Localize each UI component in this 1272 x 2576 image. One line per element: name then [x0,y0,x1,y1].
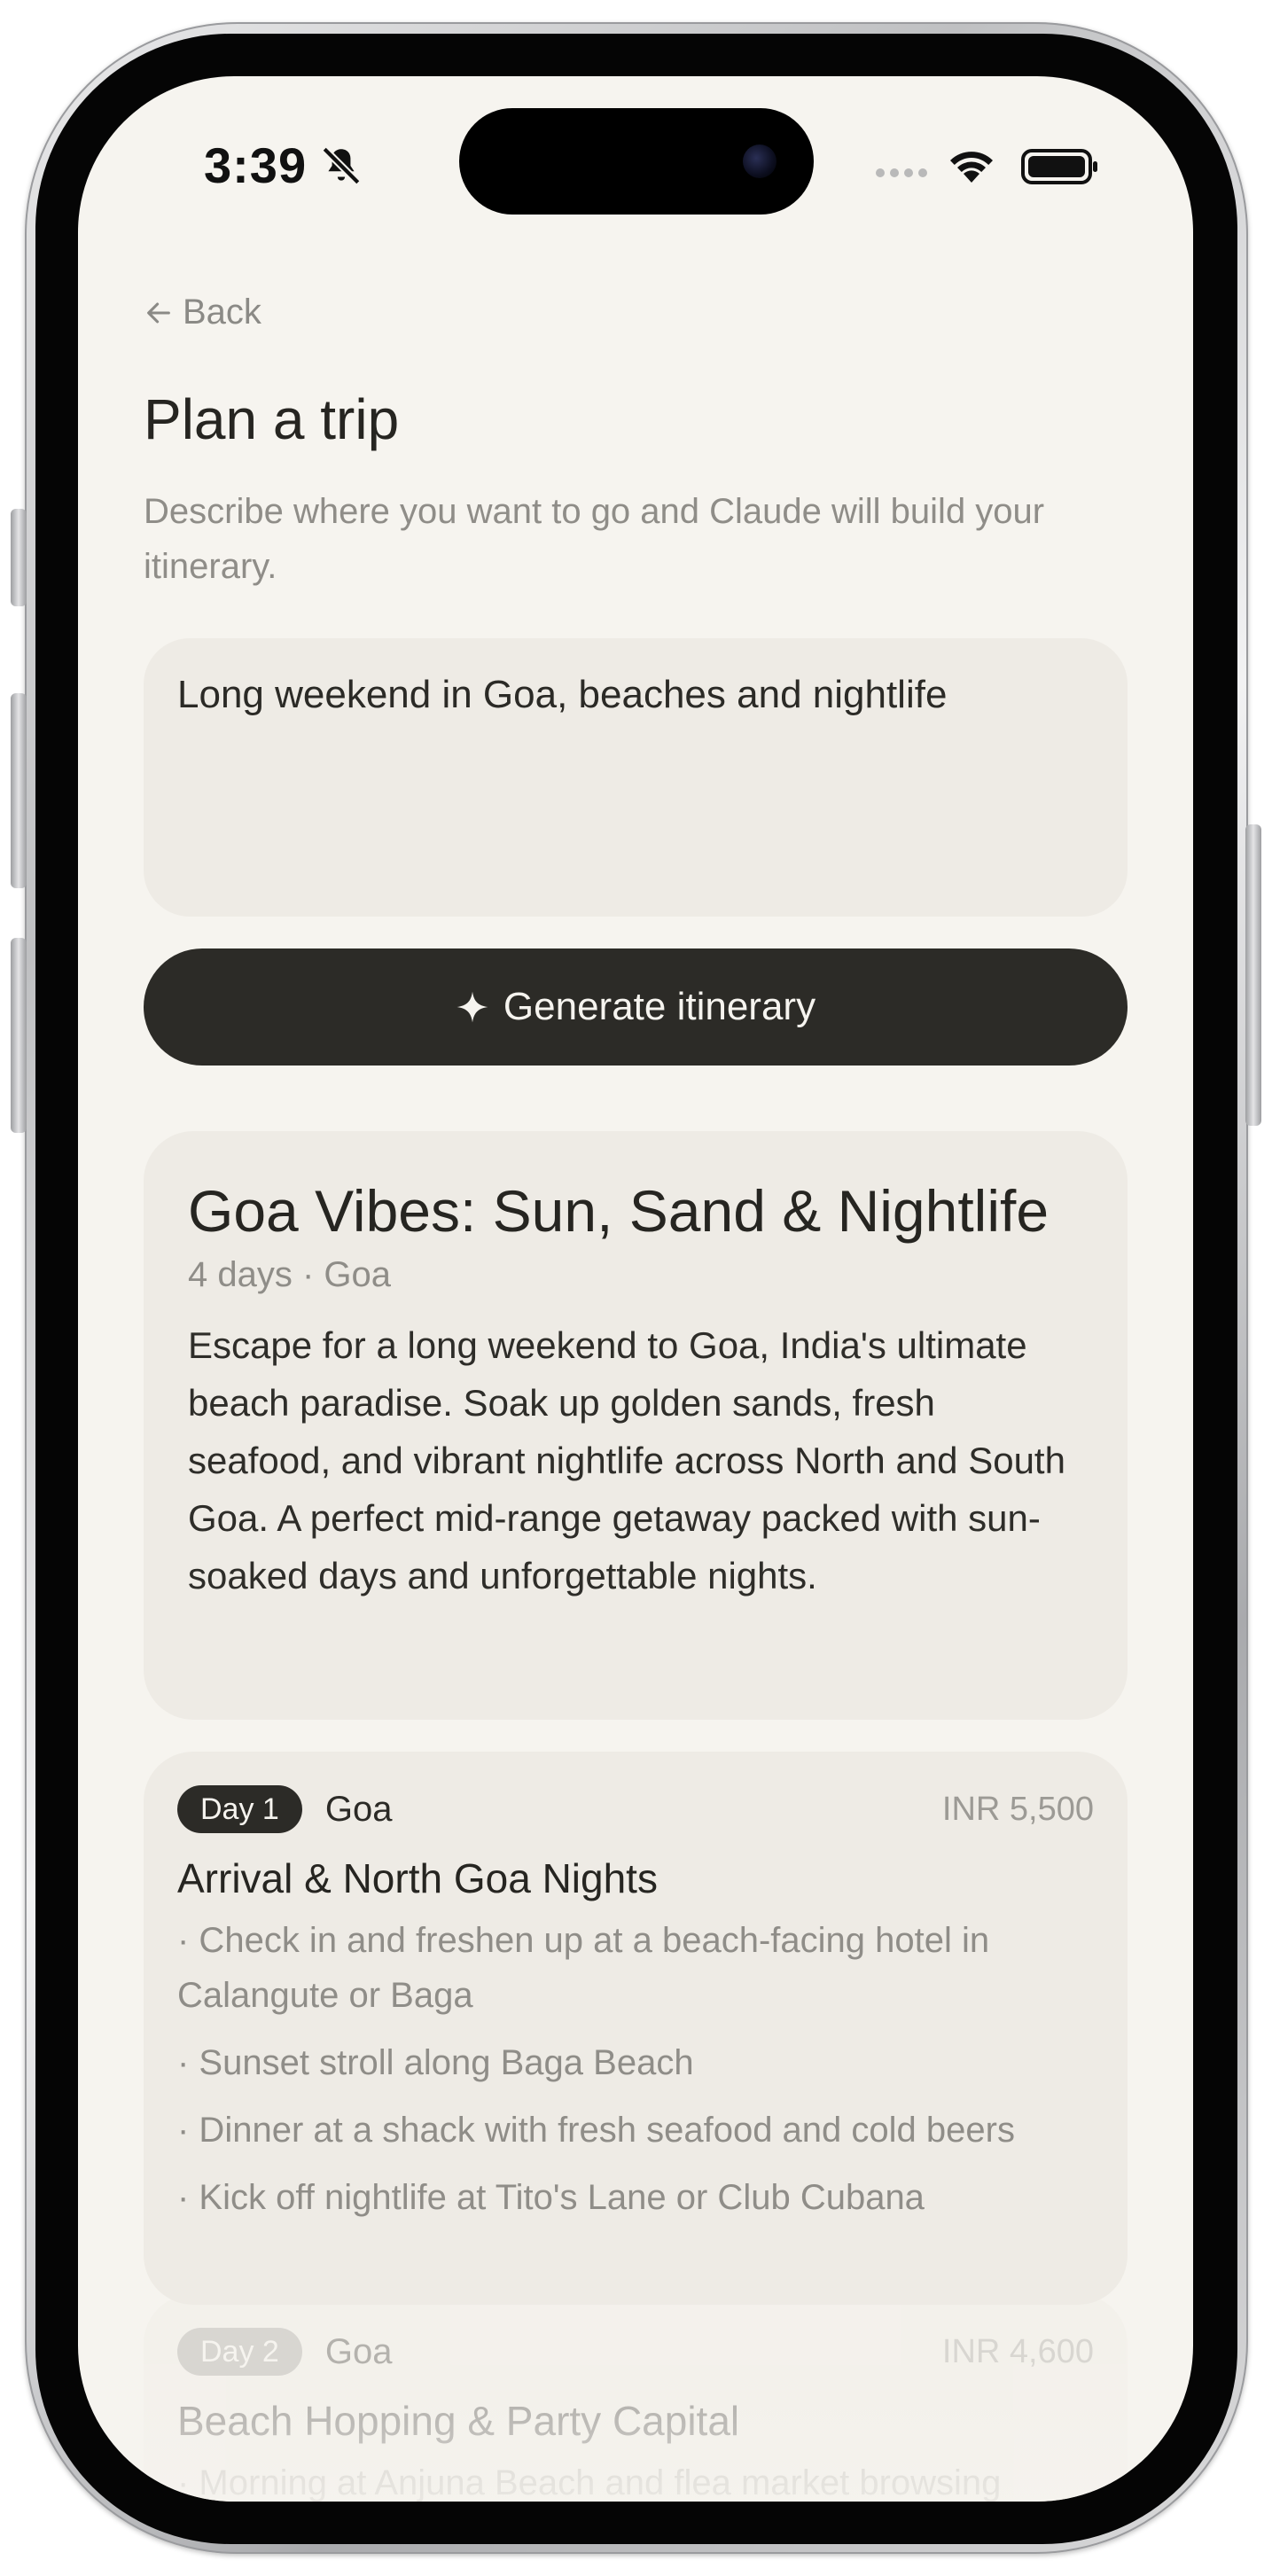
status-time: 3:39 [204,137,308,193]
activity-item: · Kick off nightlife at Tito's Lane or C… [177,2178,925,2217]
activity-item: · Dinner at a shack with fresh seafood a… [177,2111,1015,2150]
page-subtitle: Describe where you want to go and Claude… [144,492,1045,586]
day-title: Beach Hopping & Party Capital [177,2398,740,2444]
action-button [11,509,27,606]
arrow-left-icon [147,302,170,323]
page-title: Plan a trip [144,387,400,451]
day-activities: · Check in and freshen up at a beach-fac… [177,1913,1094,2225]
trip-prompt-box[interactable]: Long weekend in Goa, beaches and nightli… [144,638,1128,917]
bell-off-icon [322,146,361,185]
activity-item: · Sunset stroll along Baga Beach [177,2043,694,2082]
front-camera [743,144,776,178]
day-card-1[interactable]: Day 1 Goa INR 5,500 Arrival & North Goa … [144,1752,1128,2305]
day-activities: · Morning at Anjuna Beach and flea marke… [177,2455,1094,2502]
power-button [1245,824,1261,1126]
generate-itinerary-button[interactable]: Generate itinerary [144,948,1128,1066]
day-location: Goa [324,1789,393,1829]
day-badge: Day 1 [177,1785,302,1833]
itinerary-description: Escape for a long weekend to Goa, India'… [188,1324,1065,1596]
trip-prompt-input[interactable]: Long weekend in Goa, beaches and nightli… [177,668,1094,886]
day-header: Day 1 Goa INR 5,500 [177,1784,1094,1835]
day-card-2[interactable]: Day 2 Goa INR 4,600 Beach Hopping & Part… [144,2294,1128,2502]
signal-dots-icon [876,168,927,177]
sparkle-icon [457,991,488,1023]
day-header: Day 2 Goa INR 4,600 [177,2326,1094,2377]
itinerary-title: Goa Vibes: Sun, Sand & Nightlife [188,1178,1050,1244]
generate-button-label: Generate itinerary [503,985,816,1028]
activity-item: · Check in and freshen up at a beach-fac… [177,1921,990,2015]
volume-down-button [11,938,27,1133]
dynamic-island [459,108,814,215]
back-label: Back [183,293,261,332]
day-title: Arrival & North Goa Nights [177,1855,658,1901]
volume-up-button [11,693,27,888]
day-cost: INR 4,600 [941,2332,1094,2370]
day-cost: INR 5,500 [941,1790,1094,1828]
battery-icon [1021,149,1097,184]
activity-item: · Morning at Anjuna Beach and flea marke… [177,2463,1002,2502]
back-button[interactable]: Back [144,293,261,332]
day-badge: Day 2 [177,2328,302,2376]
app-screen: 3:39 Back Plan a trip Describe where you… [78,76,1193,2502]
itinerary-summary-card: Goa Vibes: Sun, Sand & Nightlife 4 days … [144,1131,1128,1720]
day-location: Goa [324,2331,393,2371]
wifi-icon [950,152,993,183]
itinerary-meta: 4 days · Goa [188,1255,392,1294]
